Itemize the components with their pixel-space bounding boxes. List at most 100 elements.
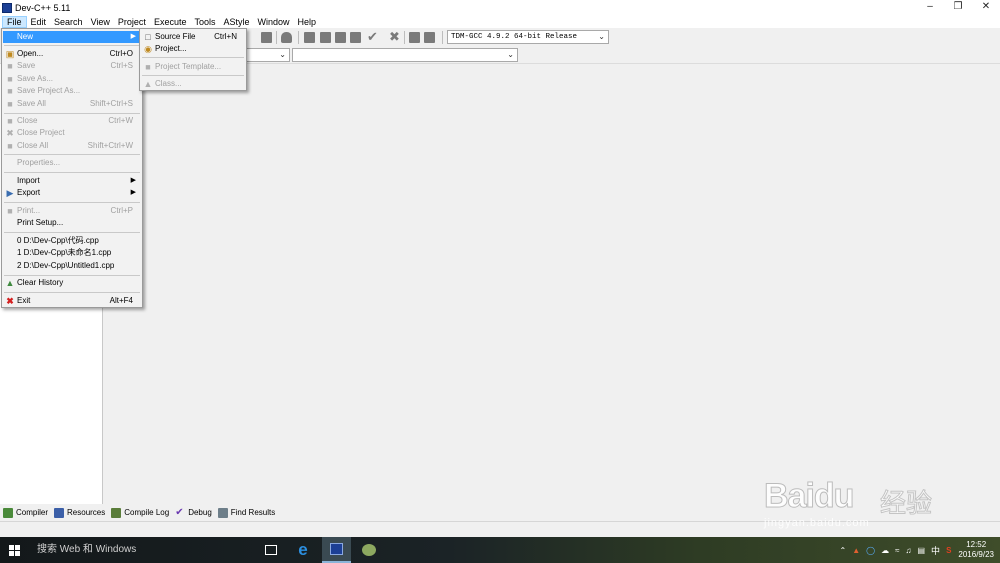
file-menu-new[interactable]: New ▶ [3,31,141,43]
menu-help[interactable]: Help [294,16,321,28]
clock-time: 12:52 [966,540,987,549]
compile-run-icon[interactable] [335,32,346,43]
debug-check-icon: ✔ [175,506,184,518]
devcpp-task-button[interactable] [322,537,351,563]
window-title: Dev-C++ 5.11 [15,2,71,13]
tab-find-results[interactable]: Find Results [217,507,275,518]
tray-cloud-icon[interactable]: ☁ [881,546,889,555]
save-all-icon: ■ [7,99,13,109]
new-class[interactable]: ▲ Class... [141,78,245,90]
menu-edit[interactable]: Edit [27,16,51,28]
toolbar-bookmark-icon[interactable] [281,32,292,43]
project-icon: ◉ [144,44,152,54]
stop-execution-icon[interactable]: ✖ [389,29,400,45]
taskbar-search-box[interactable]: 搜索 Web 和 Windows [29,540,251,560]
file-menu: New ▶ ▣ Open... Ctrl+O ■ Save Ctrl+S ■ S… [1,28,143,308]
file-menu-close-project[interactable]: ✖ Close Project [3,127,141,139]
compiler-select[interactable]: TDM-GCC 4.9.2 64-bit Release ⌄ [447,30,609,44]
menu-bar: File Edit Search View Project Execute To… [0,15,1000,28]
sogou-icon[interactable]: S [946,546,951,555]
tab-compiler[interactable]: Compiler [3,507,48,518]
menu-file[interactable]: File [2,15,27,28]
menu-project[interactable]: Project [114,16,150,28]
notification-icon[interactable]: ▤ [917,546,925,555]
file-menu-save-as[interactable]: ■ Save As... [3,73,141,85]
editor-area[interactable] [104,64,1000,504]
file-menu-properties[interactable]: Properties... [3,157,141,169]
file-menu-save[interactable]: ■ Save Ctrl+S [3,60,141,72]
minimize-button[interactable]: – [916,0,944,15]
menu-execute[interactable]: Execute [150,16,191,28]
compile-icon[interactable] [304,32,315,43]
file-menu-print[interactable]: ■ Print... Ctrl+P [3,205,141,217]
chevron-down-icon: ⌄ [279,50,286,59]
file-menu-save-all[interactable]: ■ Save All Shift+Ctrl+S [3,98,141,110]
menu-search[interactable]: Search [50,16,87,28]
syntax-check-icon[interactable]: ✔ [367,29,378,45]
recent-file-item[interactable]: 2 D:\Dev-Cpp\Untitled1.cpp [3,260,141,272]
member-select[interactable]: ⌄ [292,48,518,62]
file-menu-open[interactable]: ▣ Open... Ctrl+O [3,48,141,60]
volume-icon[interactable]: ♫ [905,546,911,555]
edge-icon[interactable]: e [292,540,314,560]
rebuild-icon[interactable] [350,32,361,43]
task-view-icon[interactable] [260,540,282,560]
app-task-icon[interactable] [358,540,380,560]
delete-profile-icon[interactable] [424,32,435,43]
tab-debug[interactable]: ✔ Debug [175,506,212,518]
close-project-icon: ✖ [6,128,14,138]
devcpp-app-icon [2,2,12,13]
recent-file-item[interactable]: 0 D:\Dev-Cpp\代码.cpp [3,235,141,247]
windows-start-icon[interactable] [9,545,20,556]
menu-separator [4,154,140,155]
menu-astyle[interactable]: AStyle [219,16,253,28]
menu-tools[interactable]: Tools [190,16,219,28]
restore-button[interactable]: ❐ [944,0,972,15]
tray-chevron-up-icon[interactable]: ⌃ [840,546,847,555]
save-project-icon: ■ [7,86,13,96]
resources-icon [54,507,65,518]
file-menu-close[interactable]: ■ Close Ctrl+W [3,115,141,127]
menu-separator [4,113,140,114]
ime-indicator[interactable]: 中 [931,544,940,557]
menu-separator [4,172,140,173]
file-menu-import[interactable]: Import ▶ [3,175,141,187]
new-project-template[interactable]: ■ Project Template... [141,61,245,73]
toolbar-indent-icon[interactable] [261,32,272,43]
file-menu-print-setup[interactable]: Print Setup... [3,217,141,229]
devcpp-icon [330,543,343,555]
file-menu-exit[interactable]: ✖ Exit Alt+F4 [3,295,141,307]
new-project[interactable]: ◉ Project... [141,43,245,55]
file-menu-save-project-as[interactable]: ■ Save Project As... [3,85,141,97]
compile-log-icon [111,507,122,518]
menu-separator [142,57,244,58]
save-as-icon: ■ [7,74,13,84]
tab-resources[interactable]: Resources [54,507,105,518]
submenu-arrow-icon: ▶ [130,33,136,40]
close-file-icon: ■ [7,116,13,126]
file-menu-clear-history[interactable]: ▲ Clear History [3,277,141,289]
tray-app-icon[interactable]: ▲ [852,546,860,555]
tab-compile-log[interactable]: Compile Log [111,507,169,518]
recent-file-item[interactable]: 1 D:\Dev-Cpp\未命名1.cpp [3,247,141,259]
run-icon[interactable] [320,32,331,43]
submenu-arrow-icon: ▶ [130,177,136,184]
close-window-button[interactable]: ✕ [972,0,1000,15]
menu-separator [4,202,140,203]
menu-window[interactable]: Window [254,16,294,28]
template-icon: ■ [145,62,151,72]
file-menu-close-all[interactable]: ■ Close All Shift+Ctrl+W [3,140,141,152]
save-icon: ■ [7,61,13,71]
wifi-icon[interactable]: ≈ [895,546,899,555]
class-select[interactable]: ⌄ [244,48,290,62]
taskbar-clock[interactable]: 12:52 2016/9/23 [958,540,994,560]
toolbar-separator [442,31,443,44]
new-source-file[interactable]: □ Source File Ctrl+N [141,31,245,43]
menu-view[interactable]: View [87,16,114,28]
source-file-icon: □ [145,32,151,42]
trash-icon: ▲ [5,278,15,288]
file-menu-export[interactable]: ▶ Export ▶ [3,187,141,199]
tray-shield-icon[interactable]: ◯ [866,546,875,555]
export-icon: ▶ [6,188,14,198]
profile-icon[interactable] [409,32,420,43]
